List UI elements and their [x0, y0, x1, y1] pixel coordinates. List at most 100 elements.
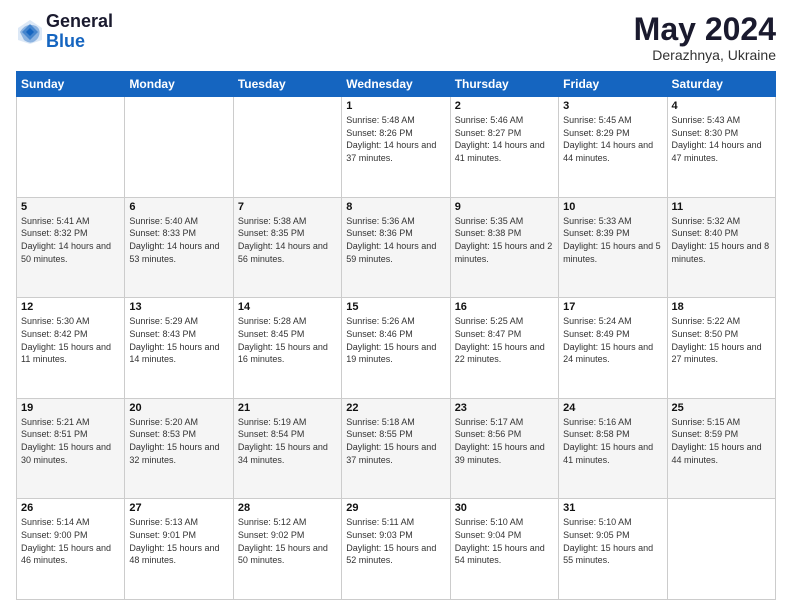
day-number: 8	[346, 201, 445, 213]
day-info: Sunrise: 5:32 AM Sunset: 8:40 PM Dayligh…	[672, 215, 771, 265]
calendar-cell: 1 Sunrise: 5:48 AM Sunset: 8:26 PM Daylig…	[342, 97, 450, 198]
day-info: Sunrise: 5:29 AM Sunset: 8:43 PM Dayligh…	[129, 315, 228, 365]
calendar-cell: 28Sunrise: 5:12 AM Sunset: 9:02 PM Dayli…	[233, 499, 341, 600]
col-sunday: Sunday	[17, 72, 125, 97]
day-info: Sunrise: 5:38 AM Sunset: 8:35 PM Dayligh…	[238, 215, 337, 265]
day-number: 7	[238, 201, 337, 213]
day-number: 4	[672, 100, 771, 112]
day-number: 27	[129, 502, 228, 514]
calendar-cell: 11 Sunrise: 5:32 AM Sunset: 8:40 PM Dayli…	[667, 197, 775, 298]
day-info: Sunrise: 5:45 AM Sunset: 8:29 PM Dayligh…	[563, 114, 662, 164]
day-number: 6	[129, 201, 228, 213]
day-number: 29	[346, 502, 445, 514]
calendar-week-3: 12 Sunrise: 5:30 AM Sunset: 8:42 PM Dayli…	[17, 298, 776, 399]
day-number: 18	[672, 301, 771, 313]
calendar-cell: 10 Sunrise: 5:33 AM Sunset: 8:39 PM Dayli…	[559, 197, 667, 298]
day-number: 3	[563, 100, 662, 112]
day-number: 23	[455, 402, 554, 414]
calendar-cell: 25 Sunrise: 5:15 AM Sunset: 8:59 PM Dayli…	[667, 398, 775, 499]
calendar-cell: 6 Sunrise: 5:40 AM Sunset: 8:33 PM Daylig…	[125, 197, 233, 298]
day-info: Sunrise: 5:24 AM Sunset: 8:49 PM Dayligh…	[563, 315, 662, 365]
calendar-table: Sunday Monday Tuesday Wednesday Thursday…	[16, 71, 776, 600]
day-info: Sunrise: 5:16 AM Sunset: 8:58 PM Dayligh…	[563, 416, 662, 466]
day-info: Sunrise: 5:43 AM Sunset: 8:30 PM Dayligh…	[672, 114, 771, 164]
day-info: Sunrise: 5:25 AM Sunset: 8:47 PM Dayligh…	[455, 315, 554, 365]
day-info: Sunrise: 5:10 AM Sunset: 9:04 PM Dayligh…	[455, 516, 554, 566]
day-info: Sunrise: 5:15 AM Sunset: 8:59 PM Dayligh…	[672, 416, 771, 466]
day-info: Sunrise: 5:21 AM Sunset: 8:51 PM Dayligh…	[21, 416, 120, 466]
logo-icon	[16, 18, 44, 46]
day-number: 24	[563, 402, 662, 414]
col-saturday: Saturday	[667, 72, 775, 97]
calendar-cell: 19 Sunrise: 5:21 AM Sunset: 8:51 PM Dayli…	[17, 398, 125, 499]
day-number: 9	[455, 201, 554, 213]
calendar-cell: 31Sunrise: 5:10 AM Sunset: 9:05 PM Dayli…	[559, 499, 667, 600]
day-info: Sunrise: 5:35 AM Sunset: 8:38 PM Dayligh…	[455, 215, 554, 265]
calendar-cell: 29 Sunrise: 5:11 AM Sunset: 9:03 PM Dayli…	[342, 499, 450, 600]
day-info: Sunrise: 5:36 AM Sunset: 8:36 PM Dayligh…	[346, 215, 445, 265]
day-number: 5	[21, 201, 120, 213]
day-info: Sunrise: 5:22 AM Sunset: 8:50 PM Dayligh…	[672, 315, 771, 365]
calendar-week-4: 19 Sunrise: 5:21 AM Sunset: 8:51 PM Dayli…	[17, 398, 776, 499]
day-info: Sunrise: 5:14 AM Sunset: 9:00 PM Dayligh…	[21, 516, 120, 566]
day-info: Sunrise: 5:26 AM Sunset: 8:46 PM Dayligh…	[346, 315, 445, 365]
day-number: 19	[21, 402, 120, 414]
day-number: 12	[21, 301, 120, 313]
logo-general: General	[46, 12, 113, 32]
day-number: 15	[346, 301, 445, 313]
logo-text: General Blue	[46, 12, 113, 52]
calendar-week-1: 1 Sunrise: 5:48 AM Sunset: 8:26 PM Daylig…	[17, 97, 776, 198]
calendar-cell: 21 Sunrise: 5:19 AM Sunset: 8:54 PM Dayli…	[233, 398, 341, 499]
calendar-cell: 15 Sunrise: 5:26 AM Sunset: 8:46 PM Dayli…	[342, 298, 450, 399]
day-number: 22	[346, 402, 445, 414]
day-number: 17	[563, 301, 662, 313]
calendar-cell: 16 Sunrise: 5:25 AM Sunset: 8:47 PM Dayli…	[450, 298, 558, 399]
calendar-cell: 23 Sunrise: 5:17 AM Sunset: 8:56 PM Dayli…	[450, 398, 558, 499]
day-number: 20	[129, 402, 228, 414]
day-number: 11	[672, 201, 771, 213]
day-info: Sunrise: 5:19 AM Sunset: 8:54 PM Dayligh…	[238, 416, 337, 466]
day-number: 21	[238, 402, 337, 414]
col-thursday: Thursday	[450, 72, 558, 97]
day-number: 30	[455, 502, 554, 514]
calendar-cell: 3 Sunrise: 5:45 AM Sunset: 8:29 PM Daylig…	[559, 97, 667, 198]
header-row: Sunday Monday Tuesday Wednesday Thursday…	[17, 72, 776, 97]
day-number: 2	[455, 100, 554, 112]
day-info: Sunrise: 5:10 AM Sunset: 9:05 PM Dayligh…	[563, 516, 662, 566]
month-title: May 2024	[634, 12, 776, 47]
location-subtitle: Derazhnya, Ukraine	[634, 47, 776, 63]
day-info: Sunrise: 5:28 AM Sunset: 8:45 PM Dayligh…	[238, 315, 337, 365]
calendar-header: Sunday Monday Tuesday Wednesday Thursday…	[17, 72, 776, 97]
page: General Blue May 2024 Derazhnya, Ukraine…	[0, 0, 792, 612]
calendar-cell: 4 Sunrise: 5:43 AM Sunset: 8:30 PM Daylig…	[667, 97, 775, 198]
day-info: Sunrise: 5:33 AM Sunset: 8:39 PM Dayligh…	[563, 215, 662, 265]
calendar-week-2: 5 Sunrise: 5:41 AM Sunset: 8:32 PM Daylig…	[17, 197, 776, 298]
day-number: 16	[455, 301, 554, 313]
day-number: 26	[21, 502, 120, 514]
day-info: Sunrise: 5:48 AM Sunset: 8:26 PM Dayligh…	[346, 114, 445, 164]
day-number: 10	[563, 201, 662, 213]
day-info: Sunrise: 5:13 AM Sunset: 9:01 PM Dayligh…	[129, 516, 228, 566]
title-block: May 2024 Derazhnya, Ukraine	[634, 12, 776, 63]
calendar-cell: 13Sunrise: 5:29 AM Sunset: 8:43 PM Dayli…	[125, 298, 233, 399]
day-number: 1	[346, 100, 445, 112]
day-info: Sunrise: 5:18 AM Sunset: 8:55 PM Dayligh…	[346, 416, 445, 466]
calendar-cell	[125, 97, 233, 198]
col-tuesday: Tuesday	[233, 72, 341, 97]
calendar-cell: 12 Sunrise: 5:30 AM Sunset: 8:42 PM Dayli…	[17, 298, 125, 399]
header: General Blue May 2024 Derazhnya, Ukraine	[16, 12, 776, 63]
logo: General Blue	[16, 12, 113, 52]
calendar-cell: 20Sunrise: 5:20 AM Sunset: 8:53 PM Dayli…	[125, 398, 233, 499]
day-number: 28	[238, 502, 337, 514]
day-info: Sunrise: 5:41 AM Sunset: 8:32 PM Dayligh…	[21, 215, 120, 265]
day-info: Sunrise: 5:40 AM Sunset: 8:33 PM Dayligh…	[129, 215, 228, 265]
day-info: Sunrise: 5:17 AM Sunset: 8:56 PM Dayligh…	[455, 416, 554, 466]
day-number: 25	[672, 402, 771, 414]
day-info: Sunrise: 5:30 AM Sunset: 8:42 PM Dayligh…	[21, 315, 120, 365]
calendar-cell: 9 Sunrise: 5:35 AM Sunset: 8:38 PM Daylig…	[450, 197, 558, 298]
calendar-cell: 8 Sunrise: 5:36 AM Sunset: 8:36 PM Daylig…	[342, 197, 450, 298]
day-number: 14	[238, 301, 337, 313]
calendar-cell: 27 Sunrise: 5:13 AM Sunset: 9:01 PM Dayli…	[125, 499, 233, 600]
day-info: Sunrise: 5:11 AM Sunset: 9:03 PM Dayligh…	[346, 516, 445, 566]
logo-blue: Blue	[46, 32, 113, 52]
